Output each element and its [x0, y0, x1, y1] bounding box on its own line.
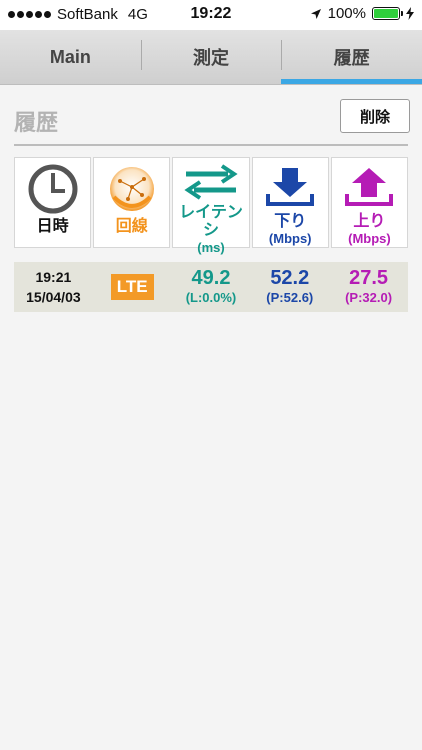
- column-line[interactable]: 回線: [93, 157, 171, 248]
- history-download: 52.2 (P:52.6): [250, 267, 329, 307]
- column-upload-unit: (Mbps): [348, 231, 391, 246]
- clock-icon: [28, 164, 78, 214]
- location-arrow-icon: [310, 8, 321, 19]
- column-download-label: 下り: [274, 213, 307, 230]
- download-peak: (P:52.6): [266, 290, 314, 305]
- network-orb-icon: [109, 167, 154, 211]
- download-icon: [266, 167, 315, 206]
- column-headers: 日時 回線 レイテンシ (ms) 下り (Mbps) 上り (Mbps): [14, 157, 409, 255]
- loss-value: (L:0.0%): [185, 290, 237, 305]
- delete-button[interactable]: 削除: [340, 99, 410, 133]
- download-value: 52.2: [270, 267, 310, 289]
- history-upload: 27.5 (P:32.0): [329, 267, 408, 307]
- battery-percent: 100%: [327, 5, 366, 22]
- column-datetime[interactable]: 日時: [14, 157, 92, 248]
- divider: [14, 144, 408, 146]
- charging-bolt-icon: [406, 7, 414, 20]
- status-bar: SoftBank 4G 19:22 100%: [0, 0, 422, 30]
- column-latency[interactable]: レイテンシ (ms): [172, 157, 250, 255]
- latency-arrows-icon: [184, 164, 238, 200]
- line-type-badge: LTE: [110, 274, 154, 300]
- history-date: 15/04/03: [26, 289, 81, 305]
- column-latency-unit: (ms): [197, 240, 225, 255]
- tab-history[interactable]: 履歴: [281, 30, 422, 84]
- tab-bar: Main 測定 履歴: [0, 30, 422, 85]
- column-upload[interactable]: 上り (Mbps): [330, 157, 409, 248]
- battery-icon: [372, 7, 403, 20]
- column-latency-label: レイテンシ: [179, 204, 243, 239]
- history-row[interactable]: 19:21 15/04/03 LTE 49.2 (L:0.0%) 52.2 (P…: [14, 262, 408, 312]
- latency-value: 49.2: [191, 267, 231, 289]
- section-title: 履歴: [14, 110, 59, 135]
- column-upload-label: 上り: [353, 213, 386, 230]
- status-right: 100%: [310, 5, 414, 22]
- history-line: LTE: [93, 274, 172, 300]
- tab-measure[interactable]: 測定: [140, 30, 282, 84]
- tab-main[interactable]: Main: [0, 30, 141, 84]
- history-latency: 49.2 (L:0.0%): [172, 267, 251, 307]
- upload-peak: (P:32.0): [345, 290, 393, 305]
- column-datetime-label: 日時: [36, 218, 69, 235]
- column-download[interactable]: 下り (Mbps): [251, 157, 329, 248]
- column-download-unit: (Mbps): [268, 231, 312, 246]
- upload-value: 27.5: [349, 267, 389, 289]
- history-datetime: 19:21 15/04/03: [14, 267, 93, 307]
- column-line-label: 回線: [115, 218, 148, 235]
- upload-icon: [345, 167, 394, 206]
- history-time: 19:21: [35, 269, 72, 285]
